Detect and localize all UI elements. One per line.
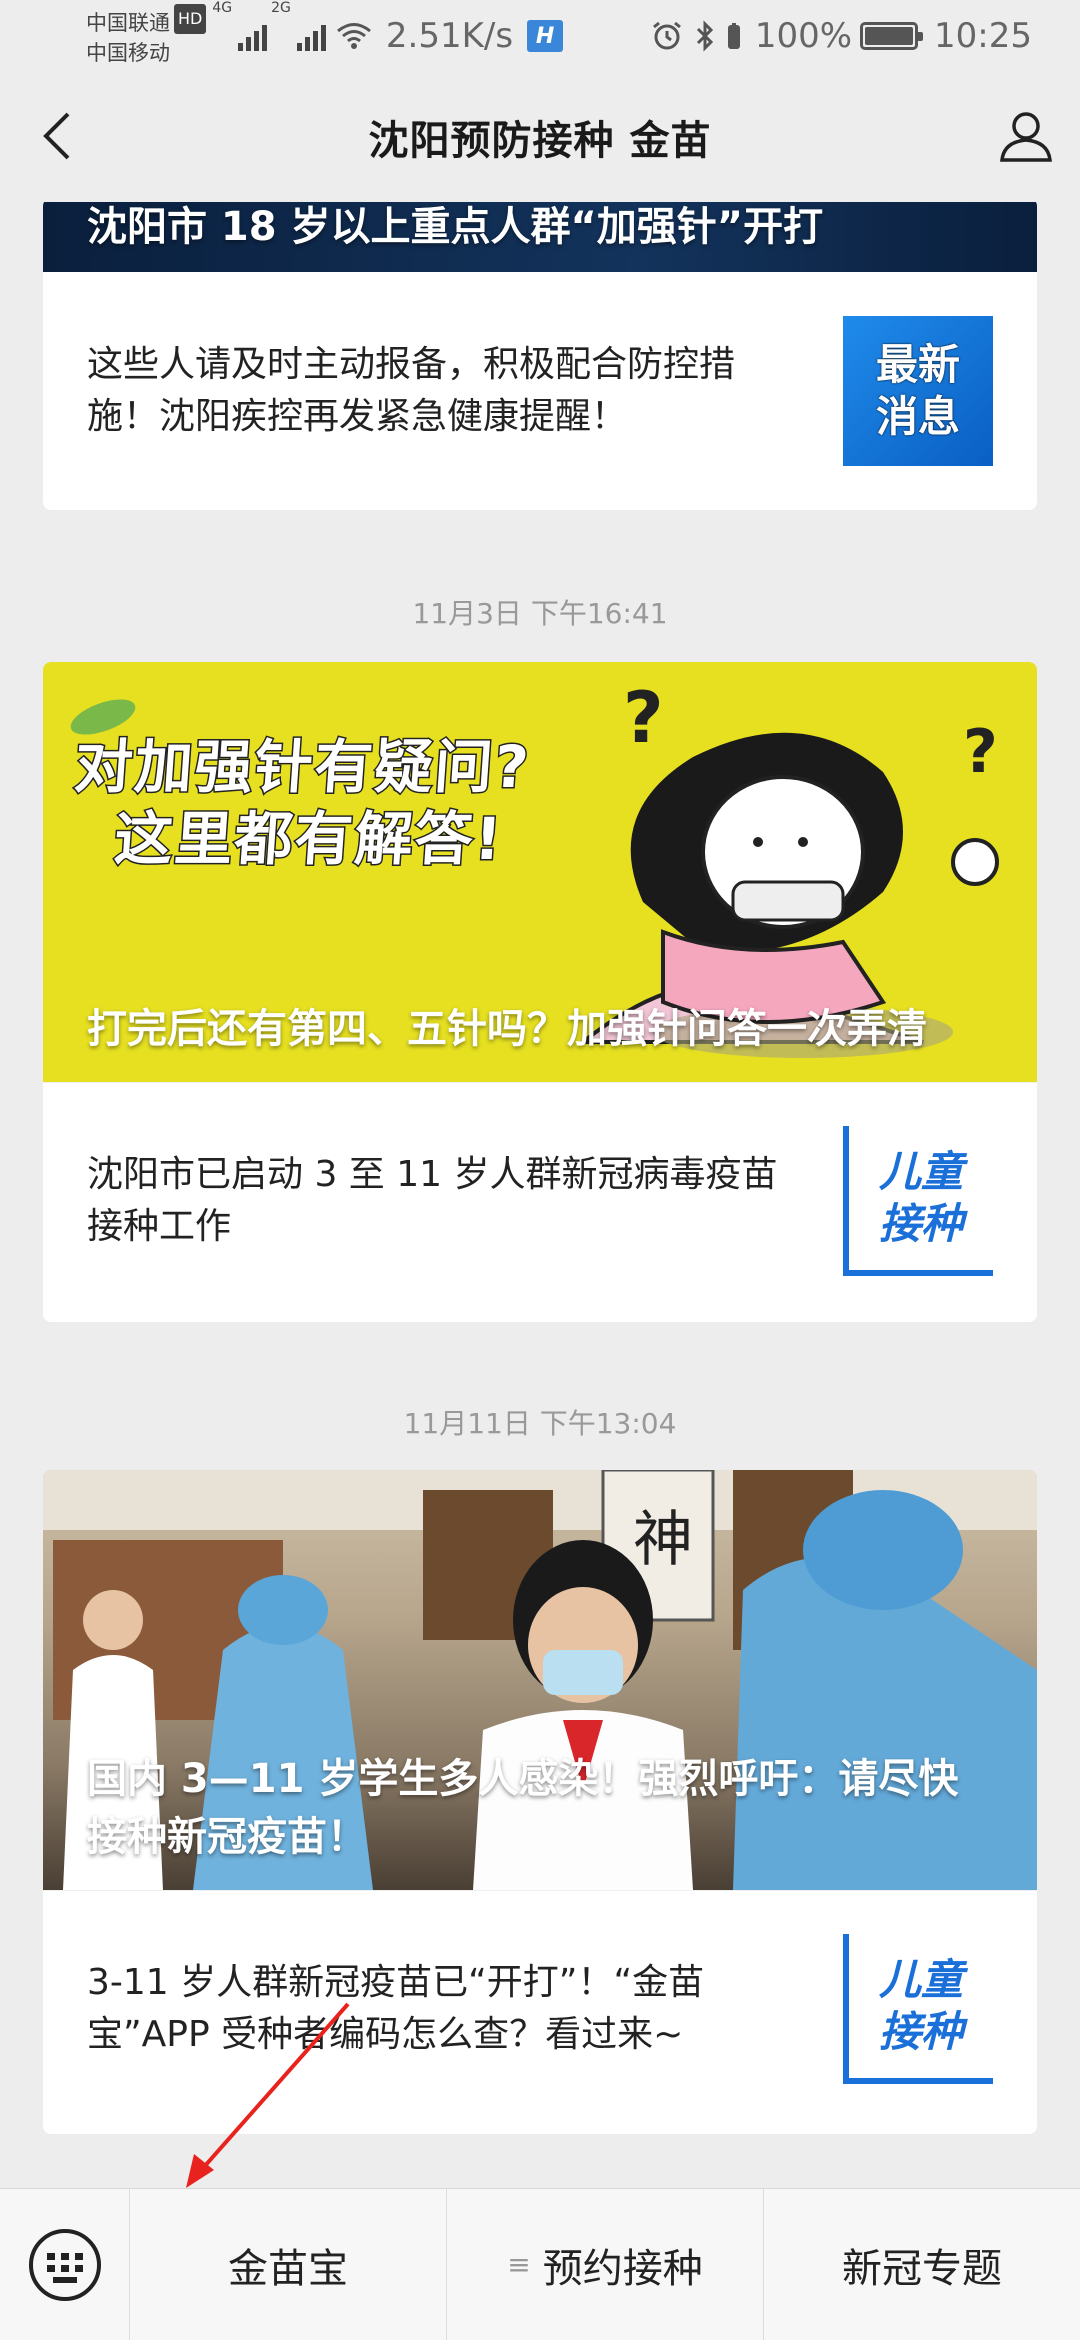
app-notification-icon: H: [527, 20, 564, 52]
article-thumbnail: 儿童 接种: [843, 1933, 993, 2084]
menu-appointment[interactable]: ≡ 预约接种: [447, 2189, 764, 2340]
article-hero-title: 国内 3—11 岁学生多人感染！强烈呼吁：请尽快接种新冠疫苗！: [87, 1756, 959, 1860]
thumb-text: 儿童: [878, 1146, 963, 1196]
article-thumbnail: 儿童 接种: [843, 1125, 993, 1276]
menu-label: 金苗宝: [228, 2245, 348, 2292]
article-hero[interactable]: 沈阳市 18 岁以上重点人群“加强针”开打: [43, 202, 1037, 272]
article-hero[interactable]: ? ? 对加强针有疑问? 这里都有解答! 打完后还有第四、五针吗？加强针问答一次…: [43, 662, 1037, 1082]
banner-headline: 这里都有解答!: [111, 804, 507, 875]
menu-label: 预约接种: [542, 2245, 703, 2292]
bottom-menu: 金苗宝 ≡ 预约接种 新冠专题: [0, 2188, 1080, 2340]
article-list-item[interactable]: 3-11 岁人群新冠疫苗已“开打”！“金苗宝”APP 受种者编码怎么查？看过来~…: [43, 1890, 1037, 2126]
carrier-info: 中国联通 HD 中国移动: [86, 4, 207, 68]
hd-badge: HD: [174, 4, 207, 34]
article-card: 沈阳市 18 岁以上重点人群“加强针”开打 这些人请及时主动报备，积极配合防控措…: [43, 202, 1037, 510]
thumb-text: 最新: [875, 340, 960, 389]
signal-icon: [238, 21, 268, 51]
message-timestamp: 11月3日 下午16:41: [412, 597, 668, 630]
svg-text:?: ?: [623, 677, 664, 759]
battery-small-icon: [727, 22, 741, 50]
article-card: ? ? 对加强针有疑问? 这里都有解答! 打完后还有第四、五针吗？加强针问答一次…: [43, 662, 1037, 1322]
carrier-2: 中国移动: [86, 41, 170, 65]
article-hero-title: 沈阳市 18 岁以上重点人群“加强针”开打: [87, 204, 824, 250]
menu-covid-topic[interactable]: 新冠专题: [764, 2189, 1080, 2340]
battery-percent: 100%: [754, 16, 853, 56]
article-thumbnail: 最新 消息: [843, 316, 993, 466]
user-icon: [1000, 112, 1052, 162]
submenu-icon: ≡: [507, 2248, 531, 2281]
nav-bar: 沈阳预防接种 金苗: [0, 72, 1080, 202]
page-title: 沈阳预防接种 金苗: [368, 118, 712, 164]
keyboard-toggle-button[interactable]: [0, 2189, 130, 2340]
battery-icon: [860, 22, 924, 50]
thumb-text: 消息: [875, 392, 960, 441]
carrier-1: 中国联通: [86, 11, 170, 35]
bluetooth-icon: [695, 20, 715, 52]
network-type-1: 4G: [212, 0, 233, 16]
thumb-text: 接种: [878, 1198, 963, 1248]
status-bar: 中国联通 HD 中国移动 4G 2G 2.51K/s H 100% 10:25: [0, 0, 1080, 72]
back-button[interactable]: [30, 108, 86, 164]
profile-button[interactable]: [996, 106, 1056, 166]
article-hero-title: 打完后还有第四、五针吗？加强针问答一次弄清: [87, 1006, 927, 1052]
thumb-text: 儿童: [878, 1954, 963, 2004]
chevron-left-icon: [43, 112, 70, 160]
article-list-item[interactable]: 这些人请及时主动报备，积极配合防控措施！沈阳疾控再发紧急健康提醒！ 最新 消息: [43, 272, 1037, 510]
photo-sign-text: 神: [633, 1505, 693, 1575]
signal-icon: [296, 21, 326, 51]
article-hero[interactable]: 神 国内 3—11 岁学生多人感染！强烈呼吁：请尽快接种新冠疫苗！: [43, 1470, 1037, 1890]
message-timestamp: 11月11日 下午13:04: [403, 1407, 677, 1440]
article-title: 这些人请及时主动报备，积极配合防控措施！沈阳疾控再发紧急健康提醒！: [87, 344, 736, 437]
clock: 10:25: [934, 16, 1032, 56]
menu-label: 新冠专题: [842, 2245, 1002, 2292]
wifi-icon: [336, 22, 372, 50]
article-card: 神 国内 3—11 岁学生多人感染！强烈呼吁：请尽快接种新冠疫苗！ 3-11 岁…: [43, 1470, 1037, 2134]
menu-jinmiaobao[interactable]: 金苗宝: [130, 2189, 447, 2340]
article-list-item[interactable]: 沈阳市已启动 3 至 11 岁人群新冠病毒疫苗接种工作 儿童 接种: [43, 1082, 1037, 1318]
article-feed[interactable]: 沈阳市 18 岁以上重点人群“加强针”开打 这些人请及时主动报备，积极配合防控措…: [0, 202, 1080, 2188]
svg-text:?: ?: [963, 717, 998, 787]
alarm-icon: [651, 20, 683, 52]
article-title: 沈阳市已启动 3 至 11 岁人群新冠病毒疫苗接种工作: [87, 1153, 778, 1247]
keyboard-icon: [28, 2228, 101, 2301]
article-title: 3-11 岁人群新冠疫苗已“开打”！“金苗宝”APP 受种者编码怎么查？看过来~: [87, 1961, 705, 2055]
network-speed: 2.51K/s: [385, 16, 514, 56]
thumb-text: 接种: [878, 2006, 963, 2056]
network-type-2: 2G: [271, 0, 291, 16]
